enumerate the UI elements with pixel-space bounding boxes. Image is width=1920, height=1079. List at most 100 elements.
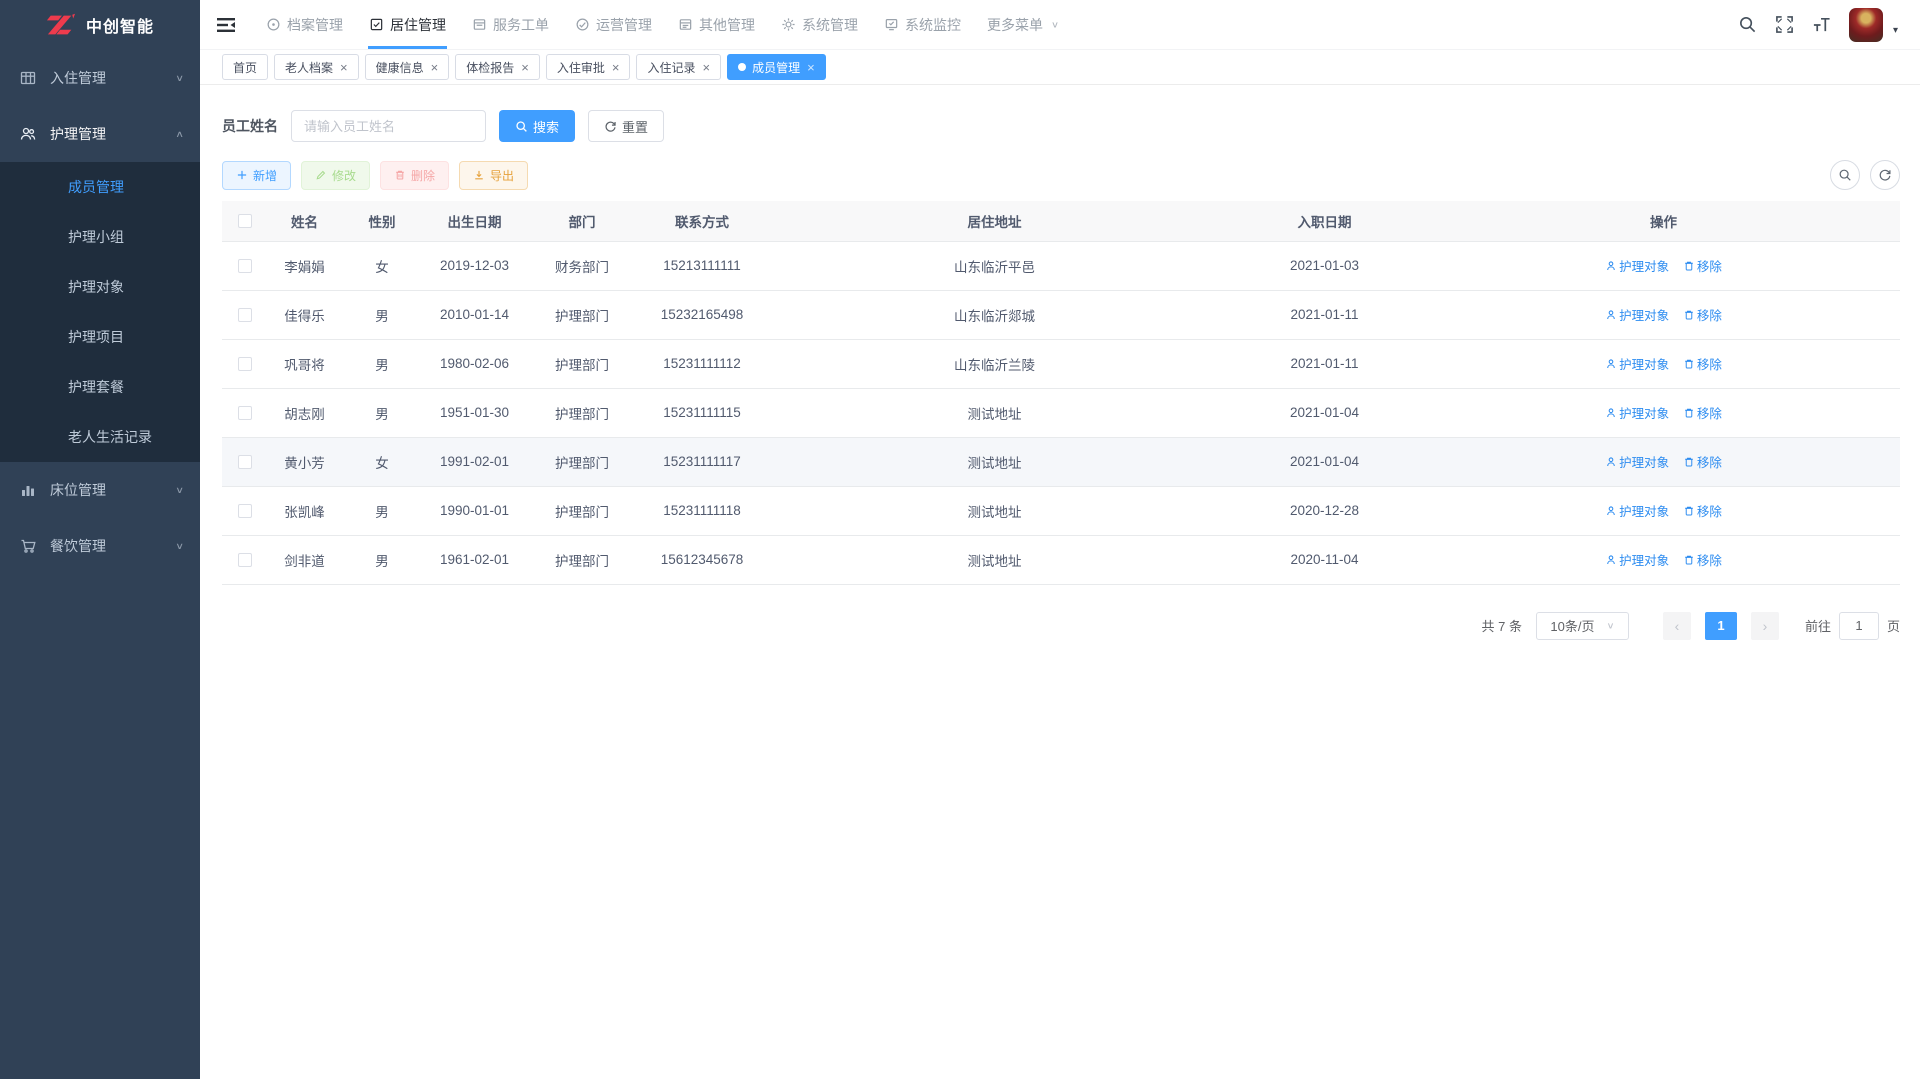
sidebar-item-care-mgmt[interactable]: 护理管理 ∧ xyxy=(0,106,200,162)
row-select-cell xyxy=(222,388,267,437)
sidebar-item-dining-mgmt[interactable]: 餐饮管理 ∨ xyxy=(0,518,200,574)
page-size-value: 10条/页 xyxy=(1550,616,1594,635)
close-icon[interactable]: × xyxy=(521,61,529,74)
font-size-icon[interactable] xyxy=(1812,15,1831,34)
top-menu: 档案管理 居住管理 服务工单 运营管理 其他管理 xyxy=(253,0,1072,49)
tab-label: 体检报告 xyxy=(466,59,514,76)
remove-link[interactable]: 移除 xyxy=(1683,550,1722,569)
brand[interactable]: 中创智能 xyxy=(0,0,200,50)
close-icon[interactable]: × xyxy=(702,61,710,74)
nav-item-operations[interactable]: 运营管理 xyxy=(562,0,665,49)
pencil-icon xyxy=(315,169,327,181)
page-size-select[interactable]: 10条/页 ∨ xyxy=(1536,612,1629,640)
row-checkbox[interactable] xyxy=(238,259,252,273)
sidebar-subitem[interactable]: 护理套餐 xyxy=(0,362,200,412)
delete-button[interactable]: 删除 xyxy=(380,161,449,190)
page-number[interactable]: 1 xyxy=(1705,612,1737,640)
nav-item-archive[interactable]: 档案管理 xyxy=(253,0,356,49)
sidebar-item-checkin-mgmt[interactable]: 入住管理 ∨ xyxy=(0,50,200,106)
care-target-link[interactable]: 护理对象 xyxy=(1605,452,1669,471)
monitor-icon xyxy=(884,17,899,32)
table-body: 李娟娟 女 2019-12-03 财务部门 15213111111 山东临沂平邑… xyxy=(222,241,1900,584)
row-checkbox[interactable] xyxy=(238,357,252,371)
search-button[interactable]: 搜索 xyxy=(499,110,575,142)
goto-label: 前往 xyxy=(1805,616,1831,635)
view-tab[interactable]: 体检报告 × xyxy=(455,54,540,80)
column-header: 入职日期 xyxy=(1222,201,1427,241)
care-target-label: 护理对象 xyxy=(1619,354,1669,373)
nav-item-system-mgmt[interactable]: 系统管理 xyxy=(768,0,871,49)
sidebar-item-bed-mgmt[interactable]: 床位管理 ∨ xyxy=(0,462,200,518)
row-checkbox[interactable] xyxy=(238,455,252,469)
select-all-checkbox[interactable] xyxy=(238,214,252,228)
care-target-link[interactable]: 护理对象 xyxy=(1605,403,1669,422)
row-checkbox[interactable] xyxy=(238,308,252,322)
search-icon[interactable] xyxy=(1738,15,1757,34)
row-checkbox[interactable] xyxy=(238,406,252,420)
nav-item-work-order[interactable]: 服务工单 xyxy=(459,0,562,49)
active-dot-icon xyxy=(738,63,746,71)
care-target-link[interactable]: 护理对象 xyxy=(1605,256,1669,275)
remove-label: 移除 xyxy=(1697,501,1722,520)
sidebar-subitem[interactable]: 护理小组 xyxy=(0,212,200,262)
remove-link[interactable]: 移除 xyxy=(1683,452,1722,471)
view-tab[interactable]: 入住审批 × xyxy=(546,54,631,80)
reset-button[interactable]: 重置 xyxy=(588,110,664,142)
remove-label: 移除 xyxy=(1697,354,1722,373)
remove-link[interactable]: 移除 xyxy=(1683,403,1722,422)
close-icon[interactable]: × xyxy=(431,61,439,74)
care-target-link[interactable]: 护理对象 xyxy=(1605,305,1669,324)
next-page-button[interactable]: › xyxy=(1751,612,1779,640)
cell-address: 山东临沂兰陵 xyxy=(767,339,1222,388)
cell-address: 山东临沂平邑 xyxy=(767,241,1222,290)
remove-link[interactable]: 移除 xyxy=(1683,256,1722,275)
care-target-link[interactable]: 护理对象 xyxy=(1605,501,1669,520)
sidebar-subitem-label: 老人生活记录 xyxy=(68,427,152,447)
toggle-search-button[interactable] xyxy=(1830,160,1860,190)
nav-item-other[interactable]: 其他管理 xyxy=(665,0,768,49)
close-icon[interactable]: × xyxy=(340,61,348,74)
view-tab[interactable]: 成员管理 × xyxy=(727,54,826,80)
view-tab[interactable]: 健康信息 × xyxy=(365,54,450,80)
fullscreen-icon[interactable] xyxy=(1775,15,1794,34)
care-target-link[interactable]: 护理对象 xyxy=(1605,354,1669,373)
view-tab[interactable]: 首页 xyxy=(222,54,268,80)
refresh-table-button[interactable] xyxy=(1870,160,1900,190)
nav-item-residence[interactable]: 居住管理 xyxy=(356,0,459,49)
nav-item-label: 档案管理 xyxy=(287,15,343,35)
sidebar-subitem[interactable]: 护理对象 xyxy=(0,262,200,312)
bar-chart-icon xyxy=(20,482,36,498)
cell-name: 胡志刚 xyxy=(267,388,342,437)
table-row: 张凯峰 男 1990-01-01 护理部门 15231111118 测试地址 2… xyxy=(222,486,1900,535)
column-header: 性别 xyxy=(342,201,422,241)
row-checkbox[interactable] xyxy=(238,504,252,518)
sidebar-subitem[interactable]: 老人生活记录 xyxy=(0,412,200,462)
remove-link[interactable]: 移除 xyxy=(1683,305,1722,324)
cell-name: 佳得乐 xyxy=(267,290,342,339)
remove-link[interactable]: 移除 xyxy=(1683,501,1722,520)
edit-button[interactable]: 修改 xyxy=(301,161,370,190)
view-tab[interactable]: 老人档案 × xyxy=(274,54,359,80)
sidebar-collapse-icon[interactable] xyxy=(215,14,237,36)
caret-down-icon[interactable]: ▾ xyxy=(1893,25,1898,36)
close-icon[interactable]: × xyxy=(807,61,815,74)
nav-item-system-monitor[interactable]: 系统监控 xyxy=(871,0,974,49)
prev-page-button[interactable]: ‹ xyxy=(1663,612,1691,640)
chevron-down-icon: ∨ xyxy=(1606,620,1614,630)
row-checkbox[interactable] xyxy=(238,553,252,567)
export-button[interactable]: 导出 xyxy=(459,161,528,190)
staff-name-input[interactable] xyxy=(291,110,486,142)
close-icon[interactable]: × xyxy=(612,61,620,74)
view-tab[interactable]: 入住记录 × xyxy=(636,54,721,80)
care-target-link[interactable]: 护理对象 xyxy=(1605,550,1669,569)
sidebar-subitem[interactable]: 护理项目 xyxy=(0,312,200,362)
nav-item-more-menu[interactable]: 更多菜单 ∨ xyxy=(974,0,1072,49)
user-avatar[interactable] xyxy=(1849,8,1883,42)
sidebar-subitem[interactable]: 成员管理 xyxy=(0,162,200,212)
sidebar-group-care: 护理管理 ∧ 成员管理 护理小组 护理对象 xyxy=(0,106,200,462)
sidebar-item-label: 床位管理 xyxy=(50,480,106,500)
add-button[interactable]: 新增 xyxy=(222,161,291,190)
remove-link[interactable]: 移除 xyxy=(1683,354,1722,373)
sidebar-filler xyxy=(0,574,200,1079)
goto-page-input[interactable] xyxy=(1839,612,1879,640)
